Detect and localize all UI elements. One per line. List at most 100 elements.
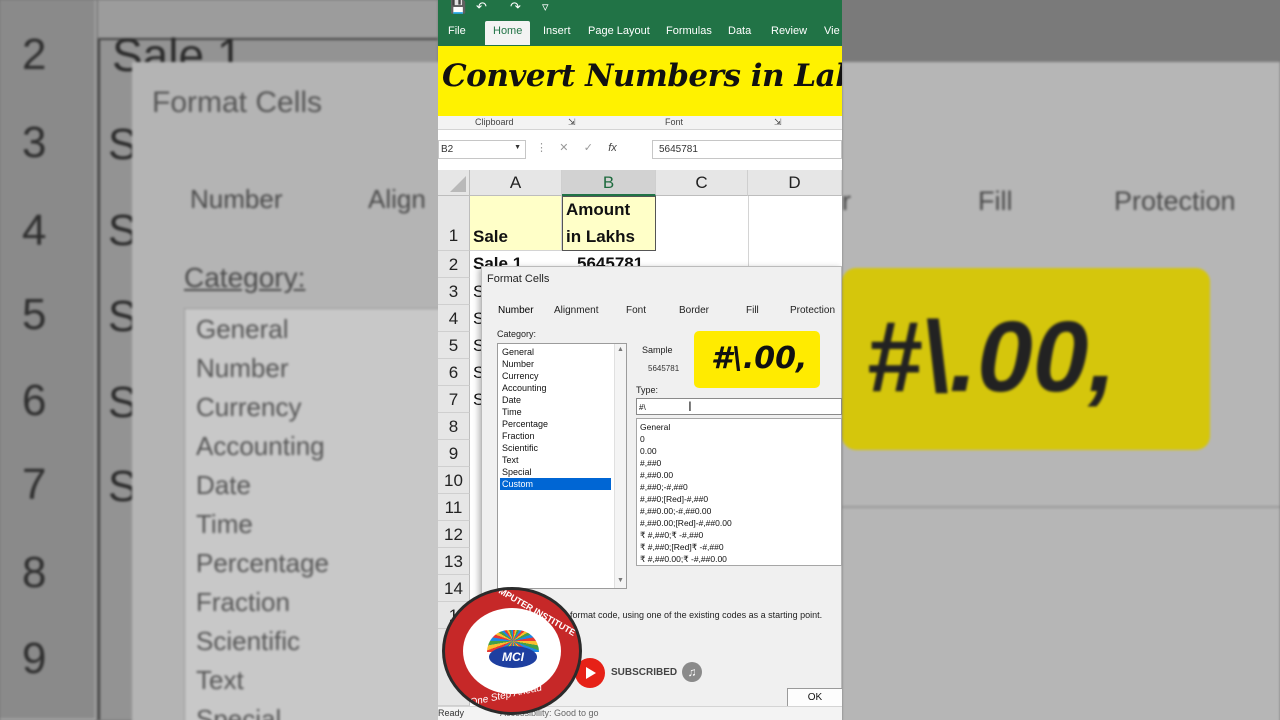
row-header[interactable]: 5 (438, 332, 470, 359)
category-item[interactable]: Special (500, 466, 611, 478)
row-header[interactable]: 6 (438, 359, 470, 386)
redo-icon[interactable]: ↷ (510, 0, 521, 14)
category-item[interactable]: Date (500, 394, 611, 406)
dialog-launcher-icon[interactable]: ⇲ (774, 117, 782, 128)
cell-b1-line2: in Lakhs (566, 227, 635, 246)
tab-file[interactable]: File (448, 25, 466, 37)
column-header-d[interactable]: D (748, 170, 842, 196)
format-code-item[interactable]: ₹ #,##0.00;₹ -#,##0.00 (640, 554, 727, 565)
tab-home[interactable]: Home (485, 21, 531, 45)
group-clipboard: Clipboard (475, 117, 514, 127)
column-header-a[interactable]: A (470, 170, 562, 196)
bg-tab-number: Number (190, 184, 283, 214)
category-item[interactable]: Accounting (500, 382, 611, 394)
category-list[interactable]: General Number Currency Accounting Date … (497, 343, 627, 589)
bg-tab-protection: Protection (1114, 186, 1236, 216)
formula-input[interactable]: 5645781 (652, 140, 842, 159)
bg-category-item: Number (196, 353, 289, 383)
category-item[interactable]: Number (500, 358, 611, 370)
logo-mark: MCI (489, 646, 537, 668)
ok-button[interactable]: OK (787, 688, 842, 708)
bg-dialog: Format Cells Number Align Category: Gene… (132, 62, 438, 720)
format-code-item[interactable]: ₹ #,##0;₹ -#,##0 (640, 530, 703, 541)
cell-a1[interactable]: Sale (470, 196, 562, 251)
row-header[interactable]: 10 (438, 467, 470, 494)
row-header[interactable]: 11 (438, 494, 470, 521)
row-header[interactable]: 7 (438, 386, 470, 413)
tab-number[interactable]: Number (498, 305, 534, 316)
tab-formulas[interactable]: Formulas (666, 25, 712, 37)
row-header[interactable]: 8 (438, 413, 470, 440)
format-code-item[interactable]: #,##0.00 (640, 470, 673, 480)
tab-view[interactable]: Vie (824, 25, 840, 37)
fx-icon[interactable]: fx (608, 142, 617, 154)
bg-category-item: Fraction (196, 587, 290, 617)
tab-alignment[interactable]: Alignment (554, 305, 598, 316)
row-header[interactable]: 4 (438, 305, 470, 332)
category-item[interactable]: Fraction (500, 430, 611, 442)
format-code-item[interactable]: #,##0 (640, 458, 661, 468)
sample-value: 5645781 (648, 364, 680, 373)
tab-data[interactable]: Data (728, 25, 751, 37)
type-input[interactable]: #\ (636, 398, 842, 415)
row-header[interactable]: 3 (438, 278, 470, 305)
tab-border[interactable]: Border (679, 305, 709, 316)
save-icon[interactable]: 💾 (450, 0, 466, 14)
select-all-corner[interactable] (438, 170, 470, 196)
bg-category-item: Scientific (196, 626, 301, 656)
undo-icon[interactable]: ↶ (476, 0, 487, 14)
tab-fill[interactable]: Fill (746, 305, 759, 316)
row-header[interactable]: 12 (438, 521, 470, 548)
name-box-value: B2 (441, 144, 454, 155)
bg-category-item: Date (196, 470, 251, 500)
format-code-item[interactable]: ₹ #,##0;[Red]₹ -#,##0 (640, 542, 724, 553)
format-code-item[interactable]: #,##0.00;[Red]-#,##0.00 (640, 518, 732, 528)
bg-row-number: 9 (22, 634, 47, 683)
column-header-b[interactable]: B (562, 170, 656, 196)
enter-icon[interactable]: ✓ (584, 142, 593, 154)
tab-protection[interactable]: Protection (790, 305, 835, 316)
dialog-launcher-icon[interactable]: ⇲ (568, 117, 576, 128)
tab-font[interactable]: Font (626, 305, 646, 316)
customize-icon[interactable]: ▿ (542, 0, 549, 14)
sample-label: Sample (642, 345, 673, 355)
tab-review[interactable]: Review (771, 25, 807, 37)
row-header[interactable]: 9 (438, 440, 470, 467)
formula-icons: ⋮ ✕ ✓ fx (536, 141, 617, 154)
format-code-item[interactable]: #,##0;-#,##0 (640, 482, 688, 492)
format-code-item[interactable]: 0 (640, 434, 645, 444)
tab-insert[interactable]: Insert (543, 25, 571, 37)
bg-row-number: 4 (22, 206, 47, 255)
bg-tab-stub: r (842, 186, 851, 216)
category-item[interactable]: Percentage (500, 418, 611, 430)
category-item[interactable]: General (500, 346, 611, 358)
category-item[interactable]: Text (500, 454, 611, 466)
more-icon[interactable]: ⋮ (536, 142, 547, 154)
row-header[interactable]: 13 (438, 548, 470, 575)
cell-b1[interactable]: Amount in Lakhs (562, 196, 656, 251)
chevron-down-icon[interactable]: ▼ (514, 144, 521, 151)
row-header[interactable]: 1 (438, 196, 470, 251)
category-item[interactable]: Scientific (500, 442, 611, 454)
callout-text: #\.00, (711, 341, 808, 376)
column-header-c[interactable]: C (656, 170, 748, 196)
subscribed-label: SUBSCRIBED (611, 667, 678, 678)
format-code-item[interactable]: 0.00 (640, 446, 657, 456)
row-header[interactable]: 14 (438, 575, 470, 602)
tab-page-layout[interactable]: Page Layout (588, 25, 650, 37)
name-box[interactable]: B2 ▼ (438, 140, 526, 159)
format-code-item[interactable]: General (640, 422, 670, 432)
scroll-up-icon[interactable]: ▲ (617, 346, 624, 353)
row-header[interactable]: 2 (438, 251, 470, 278)
format-code-list[interactable]: General 0 0.00 #,##0 #,##0.00 #,##0;-#,#… (636, 418, 842, 566)
category-item[interactable]: Time (500, 406, 611, 418)
bg-divider (842, 506, 1280, 508)
format-code-item[interactable]: #,##0;[Red]-#,##0 (640, 494, 708, 504)
format-code-item[interactable]: #,##0.00;-#,##0.00 (640, 506, 711, 516)
scroll-down-icon[interactable]: ▼ (617, 577, 624, 584)
category-scrollbar[interactable]: ▲ ▼ (614, 344, 626, 588)
institute-logo: MINI COMPUTER INSTITUTE MCI One Step Ahe… (442, 587, 582, 715)
cancel-icon[interactable]: ✕ (559, 142, 568, 154)
category-item-selected[interactable]: Custom (500, 478, 611, 490)
category-item[interactable]: Currency (500, 370, 611, 382)
